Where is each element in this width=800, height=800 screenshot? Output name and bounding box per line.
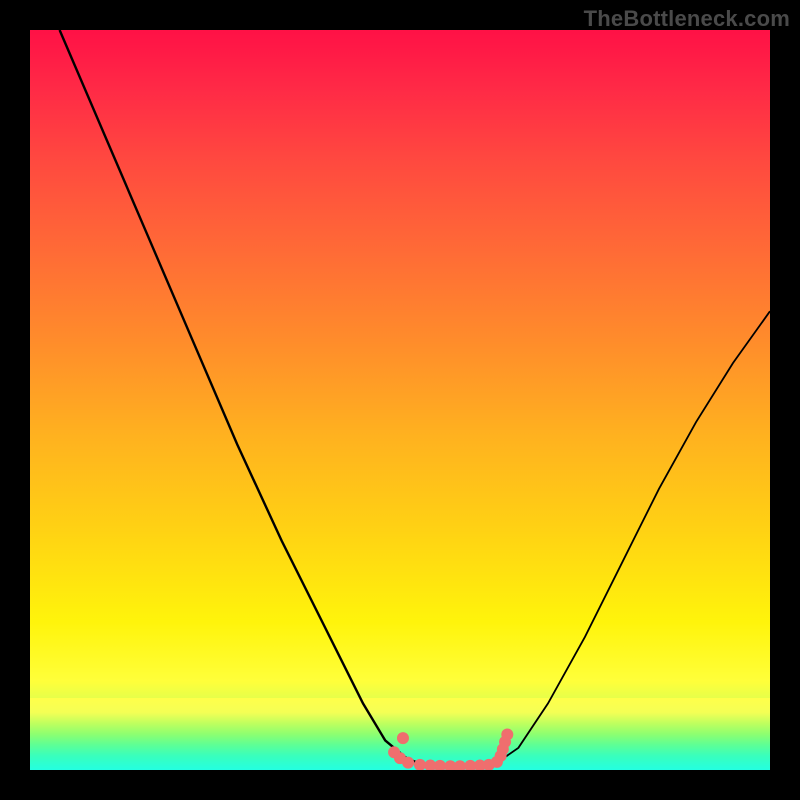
watermark-text: TheBottleneck.com xyxy=(584,6,790,32)
plot-area xyxy=(30,30,770,770)
data-marker xyxy=(402,757,414,769)
data-marker xyxy=(454,760,466,770)
data-marker xyxy=(397,732,409,744)
curve-right-branch xyxy=(496,311,770,763)
data-marker xyxy=(501,728,513,740)
data-marker xyxy=(434,760,446,770)
marker-cluster xyxy=(388,728,513,770)
data-marker xyxy=(414,759,426,770)
curve-layer xyxy=(30,30,770,770)
curve-left-branch xyxy=(60,30,423,764)
chart-frame: TheBottleneck.com xyxy=(0,0,800,800)
